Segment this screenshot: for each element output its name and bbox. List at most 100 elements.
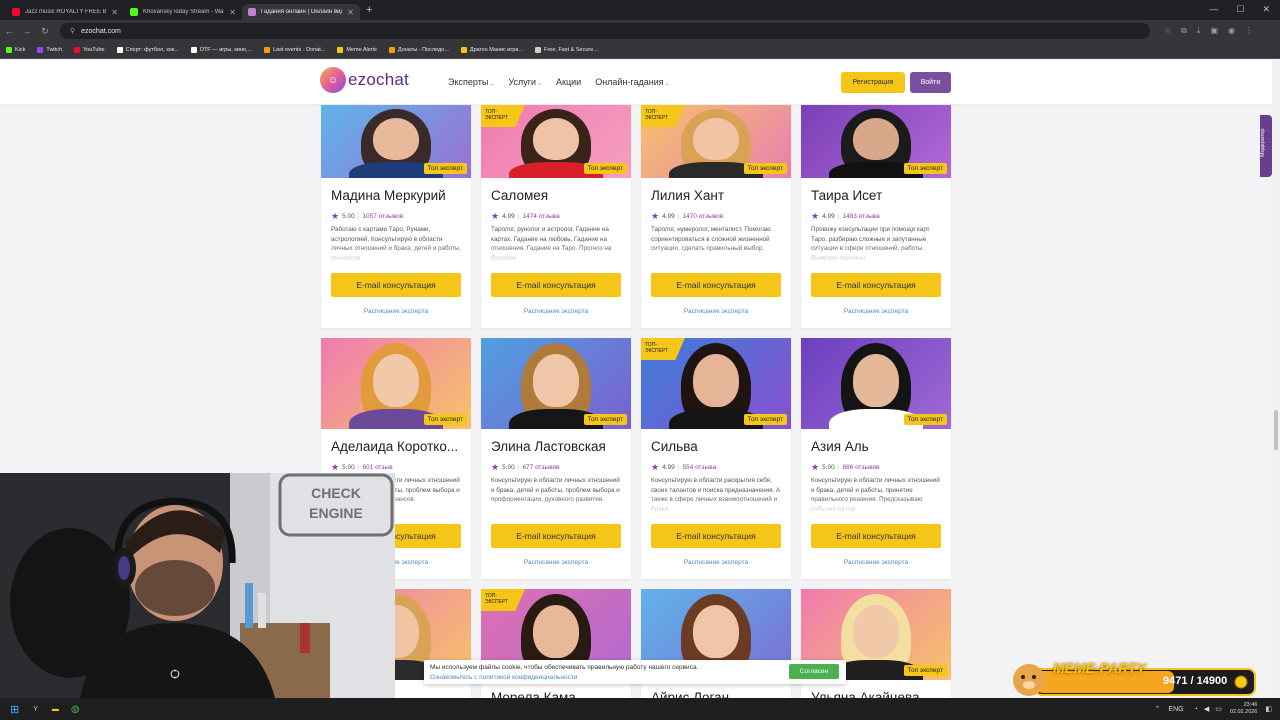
reviews-count[interactable]: 1483 отзыва <box>842 213 879 220</box>
moderator-tab[interactable]: Модератор <box>1260 115 1272 177</box>
expert-name[interactable]: Таира Исет <box>811 188 882 203</box>
tab-close-icon[interactable]: ✕ <box>229 8 236 17</box>
bookmark-item[interactable]: Донаты - Последн... <box>388 47 449 53</box>
clock[interactable]: 23:46 02.02.2026 <box>1230 702 1258 716</box>
tray-chevron-icon[interactable]: ⌃ <box>1155 705 1161 713</box>
reviews-count[interactable]: 886 отзывов <box>842 464 879 471</box>
browser-tab[interactable]: KhovanskyToday Stream - Watch... ✕ <box>124 4 242 20</box>
expert-photo[interactable]: Топ эксперт <box>801 338 951 429</box>
tab-close-icon[interactable]: ✕ <box>111 8 118 17</box>
expert-card[interactable]: Топ эксперт Азия Аль ★ 5.00 | 886 отзывов Конс… <box>801 338 951 579</box>
email-consultation-button[interactable]: E-mail консультация <box>651 524 781 548</box>
new-tab-button[interactable]: + <box>366 4 372 16</box>
reviews-count[interactable]: 1470 отзывов <box>682 213 723 220</box>
expert-photo[interactable]: ТОП- ЭКСПЕРТ Топ эксперт <box>641 105 791 178</box>
bookmark-star-icon[interactable]: ☆ <box>1164 26 1171 36</box>
forward-icon[interactable]: → <box>18 26 36 36</box>
cookie-agree-button[interactable]: Согласен <box>789 664 839 679</box>
url-input[interactable]: ⚲ ezochat.com <box>60 23 1150 39</box>
email-consultation-button[interactable]: E-mail консультация <box>491 524 621 548</box>
reviews-count[interactable]: 554 отзыва <box>682 464 716 471</box>
scrollbar-thumb[interactable] <box>1274 410 1278 450</box>
expert-photo[interactable]: ТОП- ЭКСПЕРТ Топ эксперт <box>481 105 631 178</box>
expert-schedule-link[interactable]: Расписание эксперта <box>481 308 631 315</box>
browser-tab[interactable]: Гадания онлайн | Онлайн вид... ✕ <box>242 4 360 20</box>
email-consultation-button[interactable]: E-mail консультация <box>491 273 621 297</box>
bookmark-item[interactable]: Twitch <box>37 47 62 53</box>
login-button[interactable]: Войти <box>910 72 951 93</box>
folder-icon[interactable]: ▬ <box>52 706 59 713</box>
chrome-icon[interactable]: ◍ <box>71 704 80 715</box>
expert-name[interactable]: Азия Аль <box>811 439 869 454</box>
top-expert-badge: Топ эксперт <box>903 163 947 174</box>
expert-schedule-link[interactable]: Расписание эксперта <box>481 559 631 566</box>
bookmark-item[interactable]: Last events - Donat... <box>264 47 325 53</box>
sidebar-icon[interactable]: ▣ <box>1210 26 1218 36</box>
expert-photo[interactable]: Топ эксперт <box>481 338 631 429</box>
nav-item[interactable]: Услуги⌄ <box>508 77 542 87</box>
nav-item[interactable]: Эксперты⌄ <box>448 77 494 87</box>
expert-name[interactable]: Мадина Меркурий <box>331 188 446 203</box>
language-indicator[interactable]: ENG <box>1168 706 1183 713</box>
bookmark-item[interactable]: YouTube <box>73 47 105 53</box>
minimize-icon[interactable]: — <box>1209 4 1218 15</box>
expert-schedule-link[interactable]: Расписание эксперта <box>801 308 951 315</box>
expert-name[interactable]: Саломея <box>491 188 548 203</box>
bookmark-item[interactable]: Драгон Манис игра... <box>460 47 523 53</box>
bookmark-item[interactable]: Meme Alerts <box>337 47 377 53</box>
yandex-icon[interactable]: Y <box>33 706 38 713</box>
notifications-icon[interactable]: ◧ <box>1265 705 1272 713</box>
expert-schedule-link[interactable]: Расписание эксперта <box>641 559 791 566</box>
expert-schedule-link[interactable]: Расписание эксперта <box>321 308 471 315</box>
profile-icon[interactable]: ◉ <box>1228 26 1235 36</box>
site-info-icon[interactable]: ⚲ <box>70 27 75 35</box>
extensions-icon[interactable]: ⧉ <box>1181 26 1187 36</box>
privacy-policy-link[interactable]: Ознакомьтесь с политикой конфиденциально… <box>430 674 577 681</box>
reviews-count[interactable]: 601 отзыв <box>362 464 392 471</box>
reload-icon[interactable]: ↻ <box>36 26 54 37</box>
page-scrollbar[interactable] <box>1272 60 1280 698</box>
email-consultation-button[interactable]: E-mail консультация <box>331 273 461 297</box>
reviews-count[interactable]: 1474 отзыва <box>522 213 559 220</box>
windows-start-icon[interactable]: ⊞ <box>10 703 19 716</box>
bookmark-item[interactable]: Kick <box>6 47 25 53</box>
expert-photo[interactable]: Топ эксперт <box>801 105 951 178</box>
expert-card[interactable]: ТОП- ЭКСПЕРТ Топ эксперт Сильва ★ 4.99 | 554 от… <box>641 338 791 579</box>
email-consultation-button[interactable]: E-mail консультация <box>651 273 781 297</box>
expert-photo[interactable]: Топ эксперт <box>321 338 471 429</box>
battery-icon[interactable]: ▭ <box>1215 705 1222 713</box>
nav-item[interactable]: Акции <box>556 77 581 87</box>
wifi-icon[interactable]: ◔ <box>1194 706 1198 713</box>
bookmark-item[interactable]: Free, Fast & Secure... <box>535 47 598 53</box>
nav-item[interactable]: Онлайн-гадания⌄ <box>595 77 669 87</box>
email-consultation-button[interactable]: E-mail консультация <box>811 273 941 297</box>
expert-schedule-link[interactable]: Расписание эксперта <box>641 308 791 315</box>
email-consultation-button[interactable]: E-mail консультация <box>811 524 941 548</box>
browser-tab[interactable]: Jazz music ROYALTY FREE Backg... ✕ <box>6 4 124 20</box>
expert-card[interactable]: ТОП- ЭКСПЕРТ Топ эксперт Саломея ★ 4.99 | 1474 … <box>481 105 631 328</box>
expert-name[interactable]: Сильва <box>651 439 698 454</box>
reviews-count[interactable]: 677 отзывов <box>522 464 559 471</box>
close-window-icon[interactable]: ✕ <box>1262 4 1270 15</box>
expert-name[interactable]: Аделаида Коротко... <box>331 439 458 454</box>
expert-schedule-link[interactable]: Расписание эксперта <box>801 559 951 566</box>
expert-card[interactable]: Топ эксперт Таира Исет ★ 4.99 | 1483 отзыва Пр… <box>801 105 951 328</box>
volume-icon[interactable]: ◀ <box>1204 705 1209 713</box>
maximize-icon[interactable]: ☐ <box>1236 4 1244 15</box>
expert-card[interactable]: ТОП- ЭКСПЕРТ Топ эксперт Лилия Хант ★ 4.99 | 14… <box>641 105 791 328</box>
download-icon[interactable]: ⤓ <box>1197 26 1201 36</box>
expert-name[interactable]: Лилия Хант <box>651 188 724 203</box>
bookmark-item[interactable]: Спорт: футбол, хок... <box>116 47 179 53</box>
register-button[interactable]: Регистрация <box>841 72 905 93</box>
expert-photo[interactable]: ТОП- ЭКСПЕРТ Топ эксперт <box>641 338 791 429</box>
menu-icon[interactable]: ⋮ <box>1245 26 1253 36</box>
expert-photo[interactable]: Топ эксперт <box>321 105 471 178</box>
site-logo[interactable]: ☺ ezochat <box>320 67 409 93</box>
expert-card[interactable]: Топ эксперт Элина Ластовская ★ 5.00 | 677 отз… <box>481 338 631 579</box>
back-icon[interactable]: ← <box>0 26 18 36</box>
reviews-count[interactable]: 1057 отзывов <box>362 213 403 220</box>
tab-close-icon[interactable]: ✕ <box>347 8 354 17</box>
expert-card[interactable]: Топ эксперт Мадина Меркурий ★ 5.00 | 1057 отз… <box>321 105 471 328</box>
bookmark-item[interactable]: DTF — игры, кино,... <box>190 47 252 53</box>
expert-name[interactable]: Элина Ластовская <box>491 439 606 454</box>
